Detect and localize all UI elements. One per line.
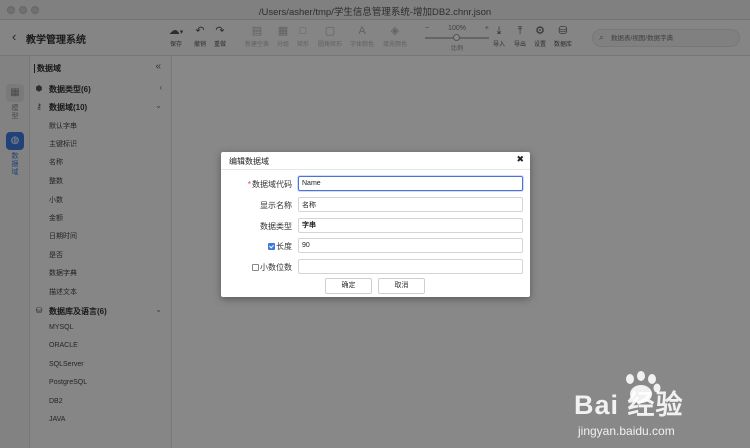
field-row-data-type: 数据类型 字串 [221, 218, 530, 234]
cancel-button[interactable]: 取消 [378, 278, 425, 294]
field-label-code: * 数据域代码 [247, 180, 292, 189]
scale-input[interactable] [298, 259, 523, 274]
domain-code-input[interactable] [298, 176, 523, 191]
field-row-code: * 数据域代码 [221, 176, 530, 192]
scale-checkbox[interactable] [252, 264, 259, 271]
edit-domain-dialog: 编辑数据域 ✖ *数据域代码 显示名称 数据类型 字串 长度 小数位数 确定 取… [221, 152, 530, 297]
field-row-scale: 小数位数 [221, 259, 530, 275]
required-marker: * [247, 180, 251, 189]
length-checkbox[interactable] [268, 243, 275, 250]
field-label-scale: 小数位数 [252, 262, 292, 273]
close-icon[interactable]: ✖ [516, 154, 524, 165]
data-type-select[interactable]: 字串 [298, 218, 523, 233]
display-name-input[interactable] [298, 197, 523, 212]
length-input[interactable] [298, 238, 523, 253]
dialog-divider [221, 169, 530, 170]
field-row-display-name: 显示名称 [221, 197, 530, 213]
field-label-length: 长度 [268, 241, 292, 252]
field-label-display-name: 显示名称 [260, 201, 292, 210]
field-label-data-type: 数据类型 [260, 222, 292, 231]
dialog-title: 编辑数据域 [229, 157, 269, 166]
field-row-length: 长度 [221, 238, 530, 254]
ok-button[interactable]: 确定 [325, 278, 372, 294]
